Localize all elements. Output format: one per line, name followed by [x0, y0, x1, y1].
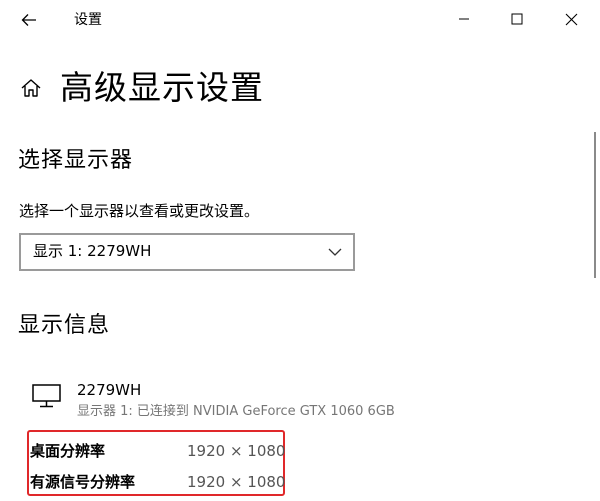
- active-signal-resolution-label: 有源信号分辨率: [30, 473, 136, 491]
- page-title: 高级显示设置: [60, 68, 264, 107]
- scrollbar[interactable]: [594, 132, 596, 278]
- desktop-resolution-label: 桌面分辨率: [30, 442, 106, 460]
- close-icon: [565, 13, 577, 25]
- monitor-icon: [32, 384, 61, 408]
- settings-window: 设置 高级显示设置 选择显示器 选择一个显示器以查看或更改设置。 显示 1: 2…: [0, 0, 600, 501]
- window-title: 设置: [74, 12, 102, 28]
- page-header: 高级显示设置: [18, 66, 264, 110]
- title-bar: 设置: [0, 0, 600, 40]
- monitor-name: 2279WH: [77, 381, 142, 399]
- minimize-button[interactable]: [444, 4, 484, 34]
- maximize-icon: [511, 13, 523, 25]
- home-icon[interactable]: [18, 75, 44, 101]
- close-button[interactable]: [551, 4, 591, 34]
- desktop-resolution-value: 1920 × 1080: [187, 442, 286, 460]
- maximize-button[interactable]: [497, 4, 537, 34]
- back-button[interactable]: [14, 6, 44, 34]
- select-display-heading: 选择显示器: [18, 148, 134, 173]
- back-arrow-icon: [21, 14, 36, 26]
- minimize-icon: [459, 18, 469, 20]
- chevron-down-icon: [328, 248, 342, 256]
- display-dropdown[interactable]: 显示 1: 2279WH: [19, 233, 355, 271]
- display-info-heading: 显示信息: [18, 313, 111, 338]
- select-display-description: 选择一个显示器以查看或更改设置。: [19, 202, 260, 220]
- monitor-connection: 显示器 1: 已连接到 NVIDIA GeForce GTX 1060 6GB: [77, 404, 395, 419]
- active-signal-resolution-value: 1920 × 1080: [187, 473, 286, 491]
- dropdown-selected-value: 显示 1: 2279WH: [33, 242, 152, 260]
